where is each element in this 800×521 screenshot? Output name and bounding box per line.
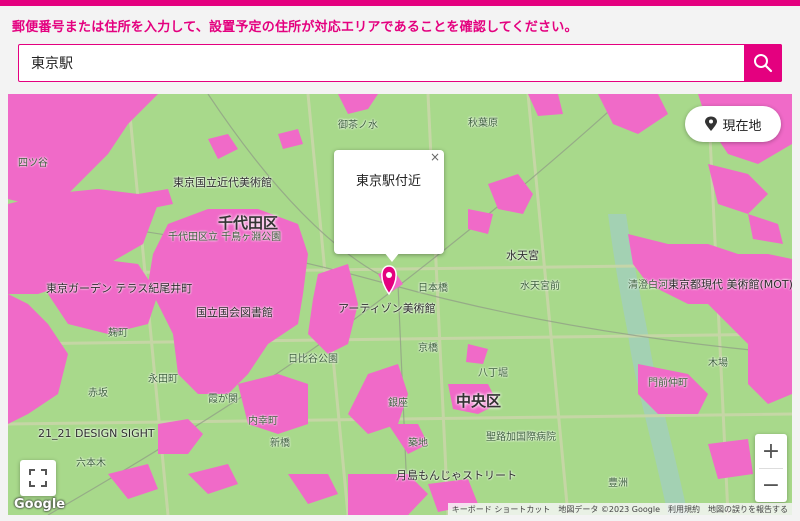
map-label-design-sight: 21_21 DESIGN SIGHT: [38, 427, 155, 440]
map-label-artizon: アーティゾン美術館: [338, 302, 436, 315]
zoom-in-button[interactable]: +: [755, 434, 787, 468]
current-location-button[interactable]: 現在地: [685, 106, 781, 142]
map-label-hibiya: 日比谷公園: [288, 354, 338, 365]
fullscreen-button[interactable]: [20, 460, 56, 496]
map-label-chuo: 中央区: [456, 392, 502, 410]
search-button[interactable]: [744, 44, 782, 82]
zoom-out-button[interactable]: −: [755, 468, 787, 502]
map-label-seiroka: 聖路加国際病院: [486, 432, 556, 443]
current-location-label: 現在地: [722, 118, 762, 134]
map-label-hatchobori: 八丁堀: [478, 368, 508, 379]
map-label-ginza: 銀座: [388, 398, 408, 409]
search-box: [18, 44, 782, 82]
map-label-yotsuya: 四ツ谷: [18, 158, 48, 169]
map-label-akihabara: 秋葉原: [468, 118, 498, 129]
top-accent-bar: [0, 0, 800, 6]
popup-location-text: 東京駅付近: [356, 174, 422, 189]
map-label-monzen: 門前仲町: [648, 378, 688, 389]
map-label-kyobashi: 京橋: [418, 343, 438, 354]
map-attribution: キーボード ショートカット 地図データ ©2023 Google 利用規約 地図…: [447, 503, 792, 515]
popup-tail: [384, 252, 400, 262]
zoom-divider: [759, 468, 783, 469]
map-label-mot: 東京都現代 美術館(MOT): [668, 278, 792, 291]
map-label-uchisaiwaicho: 内幸町: [248, 416, 278, 427]
zoom-control: + −: [755, 434, 787, 502]
map-label-kiyosumi: 清澄白河: [628, 280, 668, 291]
map-label-kojimachi: 麹町: [108, 328, 128, 339]
map-label-nihonbashi: 日本橋: [418, 283, 448, 294]
instruction-text: 郵便番号または住所を入力して、設置予定の住所が対応エリアであることを確認してくだ…: [12, 20, 578, 35]
address-search-input[interactable]: [19, 45, 746, 81]
fullscreen-icon: [29, 469, 47, 487]
keyboard-shortcuts-link[interactable]: キーボード ショートカット: [452, 504, 551, 515]
map-data-credit: 地図データ ©2023 Google: [558, 504, 660, 514]
popup-close-button[interactable]: ×: [430, 150, 440, 164]
map-label-ochanomizu: 御茶ノ水: [338, 120, 378, 131]
search-icon: [754, 54, 773, 73]
map-label-akasaka: 赤坂: [88, 388, 108, 399]
map-label-suitengu: 水天宮: [506, 249, 539, 262]
coverage-map[interactable]: 千代田区 中央区 水天宮 東京国立近代美術館 千代田区立 千鳥ヶ淵公園 国立国会…: [8, 94, 792, 515]
map-label-tsukiji: 築地: [408, 438, 428, 449]
map-label-shimbashi: 新橋: [270, 438, 290, 449]
map-label-chidorigafuchi: 千代田区立 千鳥ヶ淵公園: [168, 232, 282, 243]
map-label-garden-terrace: 東京ガーデン テラス紀尾井町: [46, 282, 193, 295]
report-error-link[interactable]: 地図の誤りを報告する: [708, 504, 788, 515]
map-label-kindai-museum: 東京国立近代美術館: [173, 176, 272, 189]
map-label-tsukishima: 月島もんじゃストリート: [396, 469, 517, 482]
map-label-roppongi: 六本木: [76, 458, 106, 469]
map-label-nagatacho: 永田町: [148, 374, 178, 385]
terms-link[interactable]: 利用規約: [668, 504, 700, 515]
location-pin-icon: [705, 116, 718, 131]
location-popup: 東京駅付近 ×: [334, 150, 444, 254]
map-label-toyosu: 豊洲: [608, 478, 628, 489]
map-label-diet-library: 国立国会図書館: [196, 306, 273, 319]
google-logo: Google: [14, 497, 66, 512]
map-label-kiba: 木場: [708, 358, 728, 369]
map-label-kasumigaseki: 霞が関: [208, 394, 238, 405]
map-label-suitengumae: 水天宮前: [520, 281, 560, 292]
